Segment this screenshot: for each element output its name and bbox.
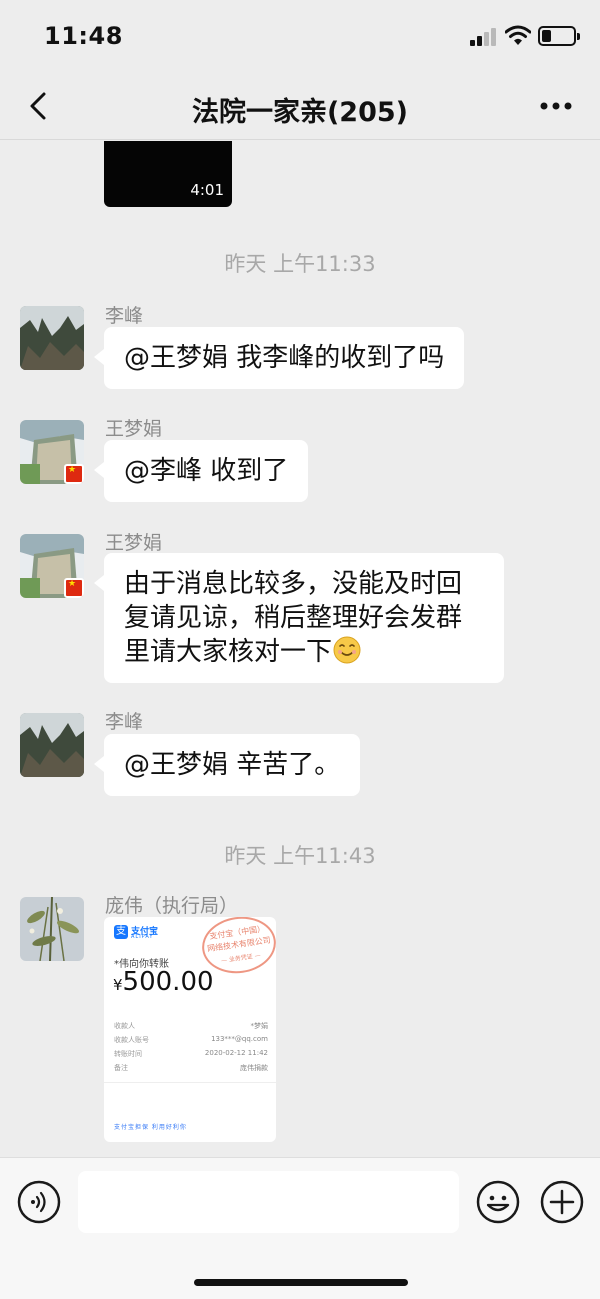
transfer-row: 收款人账号 133***@qq.com — [114, 1035, 268, 1045]
amount-value: 500.00 — [122, 967, 214, 997]
row-label: 转账时间 — [114, 1050, 142, 1058]
message-bubble[interactable]: @李峰 收到了 — [93, 440, 309, 502]
plus-icon[interactable] — [540, 1180, 584, 1224]
transfer-row: 收款人 *梦娟 — [114, 1021, 268, 1031]
divider — [104, 1082, 276, 1083]
flag-icon — [64, 464, 84, 484]
status-bar: 11:48 — [0, 0, 600, 72]
input-bar — [0, 1157, 600, 1299]
more-icon[interactable] — [532, 86, 580, 126]
row-value: 2020-02-12 11:42 — [204, 1049, 268, 1057]
message-text-line: 由于消息比较多，没能及时回 — [124, 569, 463, 599]
row-label: 收款人 — [114, 1022, 135, 1030]
chat-timestamp: 昨天 上午11:43 — [224, 844, 376, 868]
chat-area[interactable]: 4:01 昨天 上午11:33 李峰 @王梦娟 我李峰的收到了吗 王梦娟 @李峰… — [0, 141, 600, 1157]
flag-icon — [64, 578, 84, 598]
row-value: 133***@qq.com — [211, 1035, 268, 1043]
message-input[interactable] — [78, 1171, 459, 1233]
image-message-transfer[interactable]: 支 支付宝 ALIPAY 支付宝（中国） 网络技术有限公司 — 业务凭证 — *… — [104, 917, 276, 1142]
currency-symbol: ¥ — [113, 976, 123, 994]
battery-icon — [538, 26, 580, 46]
message-bubble[interactable]: @王梦娟 辛苦了。 — [93, 734, 361, 796]
row-label: 收款人账号 — [114, 1036, 149, 1044]
voice-icon[interactable] — [17, 1180, 61, 1224]
sender-name: 王梦娟 — [105, 532, 163, 554]
row-value: 庞伟捐款 — [240, 1064, 268, 1072]
transfer-footer: 支付宝担保 利用好利你 — [114, 1124, 187, 1131]
row-value: *梦娟 — [250, 1022, 269, 1030]
video-message[interactable]: 4:01 — [104, 141, 232, 207]
chat-timestamp: 昨天 上午11:33 — [224, 252, 376, 276]
video-duration: 4:01 — [190, 181, 224, 199]
alipay-logo-icon: 支 — [114, 925, 128, 939]
emoji-icon[interactable] — [476, 1180, 520, 1224]
transfer-row: 备注 庞伟捐款 — [114, 1063, 268, 1073]
smile-emoji-icon — [333, 636, 361, 664]
signal-icon — [470, 28, 498, 46]
message-bubble[interactable]: @王梦娟 我李峰的收到了吗 — [93, 327, 465, 389]
nav-bar: 法院一家亲(205) — [0, 72, 600, 140]
message-bubble[interactable]: 由于消息比较多，没能及时回 复请见谅，稍后整理好会发群 里请大家核对一下 — [94, 553, 504, 683]
transfer-amount: ¥500.00 — [113, 967, 214, 997]
avatar[interactable] — [20, 713, 84, 777]
row-label: 备注 — [114, 1064, 128, 1072]
avatar[interactable] — [20, 897, 84, 961]
message-text: @李峰 收到了 — [124, 456, 289, 486]
avatar[interactable] — [20, 306, 84, 370]
transfer-row: 转账时间 2020-02-12 11:42 — [114, 1049, 268, 1059]
message-text-line: 复请见谅，稍后整理好会发群 — [124, 603, 463, 633]
sender-name: 王梦娟 — [105, 418, 163, 440]
wifi-icon — [505, 25, 531, 45]
status-time: 11:48 — [44, 22, 123, 50]
home-indicator[interactable] — [194, 1279, 408, 1286]
alipay-brand-sub: ALIPAY — [131, 934, 154, 940]
sender-name: 李峰 — [105, 711, 144, 733]
message-text-line: 里请大家核对一下 — [124, 637, 333, 667]
sender-name: 庞伟（执行局） — [105, 895, 239, 917]
avatar[interactable] — [20, 534, 84, 598]
chat-title: 法院一家亲(205) — [191, 97, 409, 128]
message-text: @王梦娟 我李峰的收到了吗 — [124, 343, 445, 373]
avatar[interactable] — [20, 420, 84, 484]
sender-name: 李峰 — [105, 305, 144, 327]
message-text: @王梦娟 辛苦了。 — [124, 750, 341, 780]
